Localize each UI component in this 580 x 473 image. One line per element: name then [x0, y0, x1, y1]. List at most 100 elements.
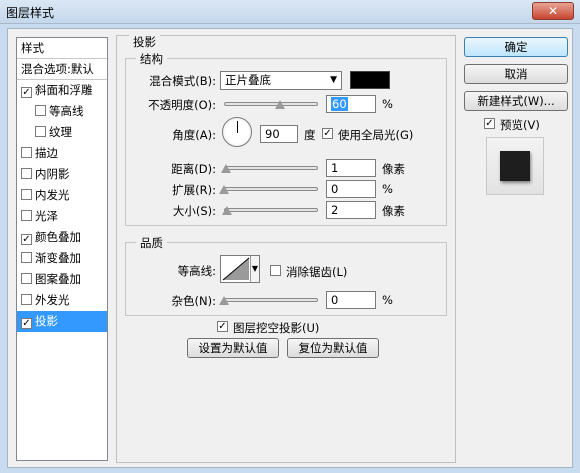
cancel-label: 取消	[504, 67, 528, 81]
size-input[interactable]: 2	[326, 201, 376, 219]
angle-dial[interactable]	[222, 117, 252, 147]
sidebar-item-styles[interactable]: 样式	[17, 38, 107, 59]
size-value: 2	[331, 203, 339, 217]
sidebar-item-label: 等高线	[49, 104, 84, 118]
contour-label: 等高线:	[177, 264, 216, 278]
checkbox-inner-glow[interactable]	[21, 189, 32, 200]
size-unit: 像素	[382, 204, 405, 218]
antialias-label: 消除锯齿(L)	[286, 265, 348, 279]
contour-curve-icon	[222, 257, 250, 281]
spread-unit: %	[382, 182, 393, 196]
checkbox-gradient-overlay[interactable]	[21, 252, 32, 263]
blend-mode-value: 正片叠底	[225, 73, 271, 87]
sidebar-item-label: 外发光	[35, 293, 70, 307]
checkbox-color-overlay[interactable]: ✓	[21, 234, 32, 245]
checkbox-inner-shadow[interactable]	[21, 168, 32, 179]
sidebar-item-label: 斜面和浮雕	[35, 83, 93, 97]
opacity-slider-thumb[interactable]	[275, 100, 286, 109]
opacity-slider[interactable]	[224, 100, 318, 110]
slider-track	[224, 166, 318, 170]
structure-title: 结构	[136, 51, 167, 67]
contour-picker[interactable]: ▼	[220, 255, 260, 283]
slider-track	[224, 298, 318, 302]
window-title: 图层样式	[6, 6, 55, 20]
sidebar-item-label: 混合选项:默认	[21, 62, 94, 76]
knockout-checkbox[interactable]: ✓	[217, 321, 228, 332]
cancel-button[interactable]: 取消	[464, 64, 568, 84]
sidebar-item-contour[interactable]: 等高线	[17, 101, 107, 122]
global-light-checkbox[interactable]: ✓	[322, 128, 333, 139]
blend-mode-select[interactable]: 正片叠底 ▼	[220, 71, 342, 90]
angle-input[interactable]: 90	[260, 125, 298, 143]
distance-value: 1	[331, 161, 339, 175]
sidebar-item-satin[interactable]: 光泽	[17, 206, 107, 227]
make-default-label: 设置为默认值	[198, 341, 268, 355]
size-slider[interactable]	[222, 206, 318, 216]
noise-unit: %	[382, 293, 393, 307]
spread-slider-thumb[interactable]	[219, 185, 229, 194]
sidebar-item-stroke[interactable]: 描边	[17, 143, 107, 164]
new-style-label: 新建样式(W)...	[477, 94, 555, 108]
angle-value: 90	[265, 127, 280, 141]
sidebar-item-inner-glow[interactable]: 内发光	[17, 185, 107, 206]
slider-track	[224, 102, 318, 106]
reset-default-label: 复位为默认值	[298, 341, 368, 355]
sidebar-item-gradient-overlay[interactable]: 渐变叠加	[17, 248, 107, 269]
angle-unit: 度	[304, 128, 316, 142]
spread-slider[interactable]	[219, 185, 318, 195]
sidebar-item-outer-glow[interactable]: 外发光	[17, 290, 107, 311]
sidebar-item-label: 描边	[35, 146, 58, 160]
quality-group: 品质 等高线: ▼ 消除锯齿(L) 杂色(N): 0 %	[125, 235, 447, 316]
checkbox-texture[interactable]	[35, 126, 46, 137]
chevron-down-icon[interactable]: ▼	[250, 256, 259, 282]
checkbox-outer-glow[interactable]	[21, 294, 32, 305]
checkbox-contour[interactable]	[35, 105, 46, 116]
sidebar-item-drop-shadow[interactable]: ✓ 投影	[17, 311, 107, 332]
sidebar-item-blending-options[interactable]: 混合选项:默认	[17, 59, 107, 80]
preview-swatch	[500, 151, 530, 181]
checkbox-pattern-overlay[interactable]	[21, 273, 32, 284]
blend-mode-label: 混合模式(B):	[149, 74, 216, 88]
close-icon: ✕	[547, 4, 559, 18]
checkbox-bevel-emboss[interactable]: ✓	[21, 87, 32, 98]
sidebar-item-texture[interactable]: 纹理	[17, 122, 107, 143]
sidebar-item-bevel-emboss[interactable]: ✓ 斜面和浮雕	[17, 80, 107, 101]
shadow-color-swatch[interactable]	[350, 71, 390, 89]
checkbox-drop-shadow[interactable]: ✓	[21, 318, 32, 329]
checkbox-stroke[interactable]	[21, 147, 32, 158]
distance-input[interactable]: 1	[326, 159, 376, 177]
antialias-checkbox[interactable]	[270, 265, 281, 276]
slider-track	[224, 208, 318, 212]
structure-group: 结构 混合模式(B): 正片叠底 ▼ 不透明度(O): 60 % 角度(A): …	[125, 51, 447, 226]
noise-input[interactable]: 0	[326, 291, 376, 309]
sidebar-item-label: 投影	[35, 314, 58, 328]
opacity-label: 不透明度(O):	[148, 98, 216, 112]
new-style-button[interactable]: 新建样式(W)...	[464, 91, 568, 111]
panel-title: 投影	[129, 34, 160, 50]
size-slider-thumb[interactable]	[222, 206, 232, 215]
title-bar: 图层样式 ✕	[0, 0, 580, 24]
sidebar-item-label: 样式	[21, 41, 44, 55]
spread-input[interactable]: 0	[326, 180, 376, 198]
close-button[interactable]: ✕	[532, 2, 574, 20]
sidebar-item-inner-shadow[interactable]: 内阴影	[17, 164, 107, 185]
noise-slider[interactable]	[219, 296, 318, 306]
sidebar-item-color-overlay[interactable]: ✓ 颜色叠加	[17, 227, 107, 248]
distance-label: 距离(D):	[171, 162, 216, 176]
global-light-label: 使用全局光(G)	[338, 128, 414, 142]
ok-button[interactable]: 确定	[464, 37, 568, 57]
angle-dial-hand	[237, 121, 238, 133]
ok-label: 确定	[504, 40, 528, 54]
checkbox-satin[interactable]	[21, 210, 32, 221]
opacity-input[interactable]: 60	[326, 95, 376, 113]
noise-value: 0	[331, 293, 339, 307]
sidebar-item-label: 内阴影	[35, 167, 70, 181]
sidebar-item-pattern-overlay[interactable]: 图案叠加	[17, 269, 107, 290]
distance-unit: 像素	[382, 162, 405, 176]
distance-slider[interactable]	[221, 164, 318, 174]
reset-default-button[interactable]: 复位为默认值	[287, 338, 379, 358]
noise-slider-thumb[interactable]	[219, 296, 229, 305]
distance-slider-thumb[interactable]	[221, 164, 231, 173]
preview-checkbox[interactable]: ✓	[484, 118, 495, 129]
make-default-button[interactable]: 设置为默认值	[187, 338, 279, 358]
